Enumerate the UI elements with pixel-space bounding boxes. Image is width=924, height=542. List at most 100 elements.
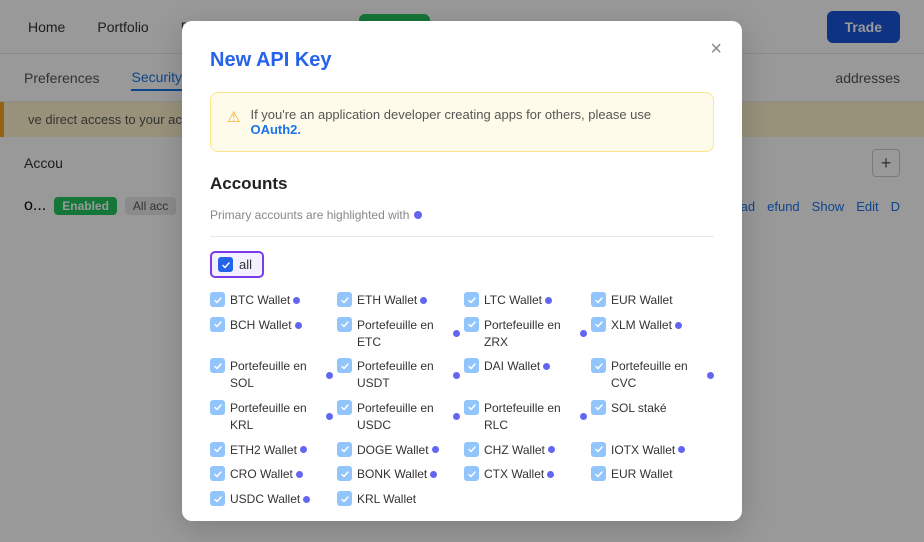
- wallet-item[interactable]: DAI Wallet: [464, 358, 587, 392]
- wallet-label: Portefeuille en RLC: [484, 400, 577, 434]
- wallet-checkbox[interactable]: [464, 466, 479, 481]
- wallet-item[interactable]: USDC Wallet: [210, 491, 333, 508]
- wallet-item[interactable]: CTX Wallet: [464, 466, 587, 483]
- wallets-grid: BTC Wallet ETH Wallet LTC Wallet EUR Wallet…: [210, 292, 714, 508]
- wallet-checkbox[interactable]: [464, 292, 479, 307]
- wallet-item[interactable]: EUR Wallet: [591, 292, 714, 309]
- modal-close-button[interactable]: ×: [710, 39, 722, 59]
- wallet-name: Portefeuille en USDT: [357, 358, 460, 392]
- wallet-checkbox[interactable]: [337, 317, 352, 332]
- wallet-checkbox[interactable]: [337, 491, 352, 506]
- wallet-name: SOL staké: [611, 400, 667, 417]
- wallet-primary-dot-icon: [303, 496, 310, 503]
- all-checkbox-wrapper[interactable]: all: [210, 251, 264, 278]
- wallet-checkbox[interactable]: [337, 442, 352, 457]
- wallet-item[interactable]: Portefeuille en RLC: [464, 400, 587, 434]
- wallet-item[interactable]: BTC Wallet: [210, 292, 333, 309]
- wallet-checkbox[interactable]: [591, 442, 606, 457]
- wallet-primary-dot-icon: [580, 413, 587, 420]
- wallet-item[interactable]: Portefeuille en USDC: [337, 400, 460, 434]
- wallet-name: ETH Wallet: [357, 292, 427, 309]
- wallet-primary-dot-icon: [326, 372, 333, 379]
- wallet-primary-dot-icon: [675, 322, 682, 329]
- wallet-checkbox[interactable]: [464, 442, 479, 457]
- modal-title: New API Key: [210, 49, 714, 72]
- wallet-item[interactable]: CHZ Wallet: [464, 442, 587, 459]
- wallet-primary-dot-icon: [545, 297, 552, 304]
- all-checkbox[interactable]: [218, 257, 233, 272]
- wallet-name: Portefeuille en ETC: [357, 317, 460, 351]
- wallet-checkbox[interactable]: [210, 317, 225, 332]
- wallet-item[interactable]: Portefeuille en ZRX: [464, 317, 587, 351]
- wallet-primary-dot-icon: [295, 322, 302, 329]
- wallet-item[interactable]: ETH2 Wallet: [210, 442, 333, 459]
- wallet-label: CHZ Wallet: [484, 442, 545, 459]
- wallet-item[interactable]: Portefeuille en CVC: [591, 358, 714, 392]
- wallet-name: XLM Wallet: [611, 317, 682, 334]
- wallet-item[interactable]: Portefeuille en KRL: [210, 400, 333, 434]
- wallet-checkbox[interactable]: [464, 400, 479, 415]
- wallet-checkbox[interactable]: [337, 292, 352, 307]
- wallet-name: Portefeuille en SOL: [230, 358, 333, 392]
- wallet-checkbox[interactable]: [464, 317, 479, 332]
- wallet-name: Portefeuille en ZRX: [484, 317, 587, 351]
- wallet-checkbox[interactable]: [464, 358, 479, 373]
- wallet-label: XLM Wallet: [611, 317, 672, 334]
- new-api-key-modal: × New API Key ⚠ If you're an application…: [182, 21, 742, 521]
- wallet-checkbox[interactable]: [337, 466, 352, 481]
- wallet-checkbox[interactable]: [210, 400, 225, 415]
- wallet-item[interactable]: CRO Wallet: [210, 466, 333, 483]
- wallet-checkbox[interactable]: [591, 466, 606, 481]
- warning-box: ⚠ If you're an application developer cre…: [210, 92, 714, 152]
- wallet-primary-dot-icon: [543, 363, 550, 370]
- wallet-primary-dot-icon: [453, 413, 460, 420]
- wallet-item[interactable]: Portefeuille en USDT: [337, 358, 460, 392]
- wallet-name: CTX Wallet: [484, 466, 554, 483]
- wallet-label: USDC Wallet: [230, 491, 300, 508]
- wallet-item[interactable]: Portefeuille en ETC: [337, 317, 460, 351]
- wallet-label: CTX Wallet: [484, 466, 544, 483]
- wallet-primary-dot-icon: [296, 471, 303, 478]
- wallet-item[interactable]: EUR Wallet: [591, 466, 714, 483]
- wallet-primary-dot-icon: [300, 446, 307, 453]
- wallet-item[interactable]: IOTX Wallet: [591, 442, 714, 459]
- wallet-checkbox[interactable]: [591, 292, 606, 307]
- wallet-checkbox[interactable]: [591, 317, 606, 332]
- wallet-label: Portefeuille en ETC: [357, 317, 450, 351]
- wallet-name: Portefeuille en USDC: [357, 400, 460, 434]
- wallet-item[interactable]: XLM Wallet: [591, 317, 714, 351]
- wallet-checkbox[interactable]: [591, 400, 606, 415]
- wallet-checkbox[interactable]: [210, 491, 225, 506]
- wallet-item[interactable]: BCH Wallet: [210, 317, 333, 351]
- wallet-item[interactable]: DOGE Wallet: [337, 442, 460, 459]
- wallet-checkbox[interactable]: [591, 358, 606, 373]
- wallet-checkbox[interactable]: [210, 442, 225, 457]
- wallet-label: CRO Wallet: [230, 466, 293, 483]
- wallet-primary-dot-icon: [293, 297, 300, 304]
- wallet-checkbox[interactable]: [337, 358, 352, 373]
- wallet-item[interactable]: LTC Wallet: [464, 292, 587, 309]
- wallet-primary-dot-icon: [548, 446, 555, 453]
- all-checkbox-row: all: [210, 251, 714, 278]
- wallet-checkbox[interactable]: [210, 466, 225, 481]
- wallet-name: Portefeuille en RLC: [484, 400, 587, 434]
- wallet-item[interactable]: SOL staké: [591, 400, 714, 434]
- wallet-primary-dot-icon: [453, 330, 460, 337]
- wallet-label: DOGE Wallet: [357, 442, 429, 459]
- primary-hint-text: Primary accounts are highlighted with: [210, 208, 409, 222]
- wallet-item[interactable]: ETH Wallet: [337, 292, 460, 309]
- wallet-label: BCH Wallet: [230, 317, 292, 334]
- wallet-item[interactable]: Portefeuille en SOL: [210, 358, 333, 392]
- wallet-name: DAI Wallet: [484, 358, 550, 375]
- wallet-item[interactable]: BONK Wallet: [337, 466, 460, 483]
- wallet-checkbox[interactable]: [210, 358, 225, 373]
- warning-icon: ⚠: [227, 108, 240, 126]
- wallet-checkbox[interactable]: [337, 400, 352, 415]
- wallet-label: EUR Wallet: [611, 292, 673, 309]
- oauth2-link[interactable]: OAuth2.: [250, 122, 301, 137]
- wallet-checkbox[interactable]: [210, 292, 225, 307]
- wallet-name: IOTX Wallet: [611, 442, 685, 459]
- wallet-label: Portefeuille en USDT: [357, 358, 450, 392]
- wallet-item[interactable]: KRL Wallet: [337, 491, 460, 508]
- wallet-primary-dot-icon: [678, 446, 685, 453]
